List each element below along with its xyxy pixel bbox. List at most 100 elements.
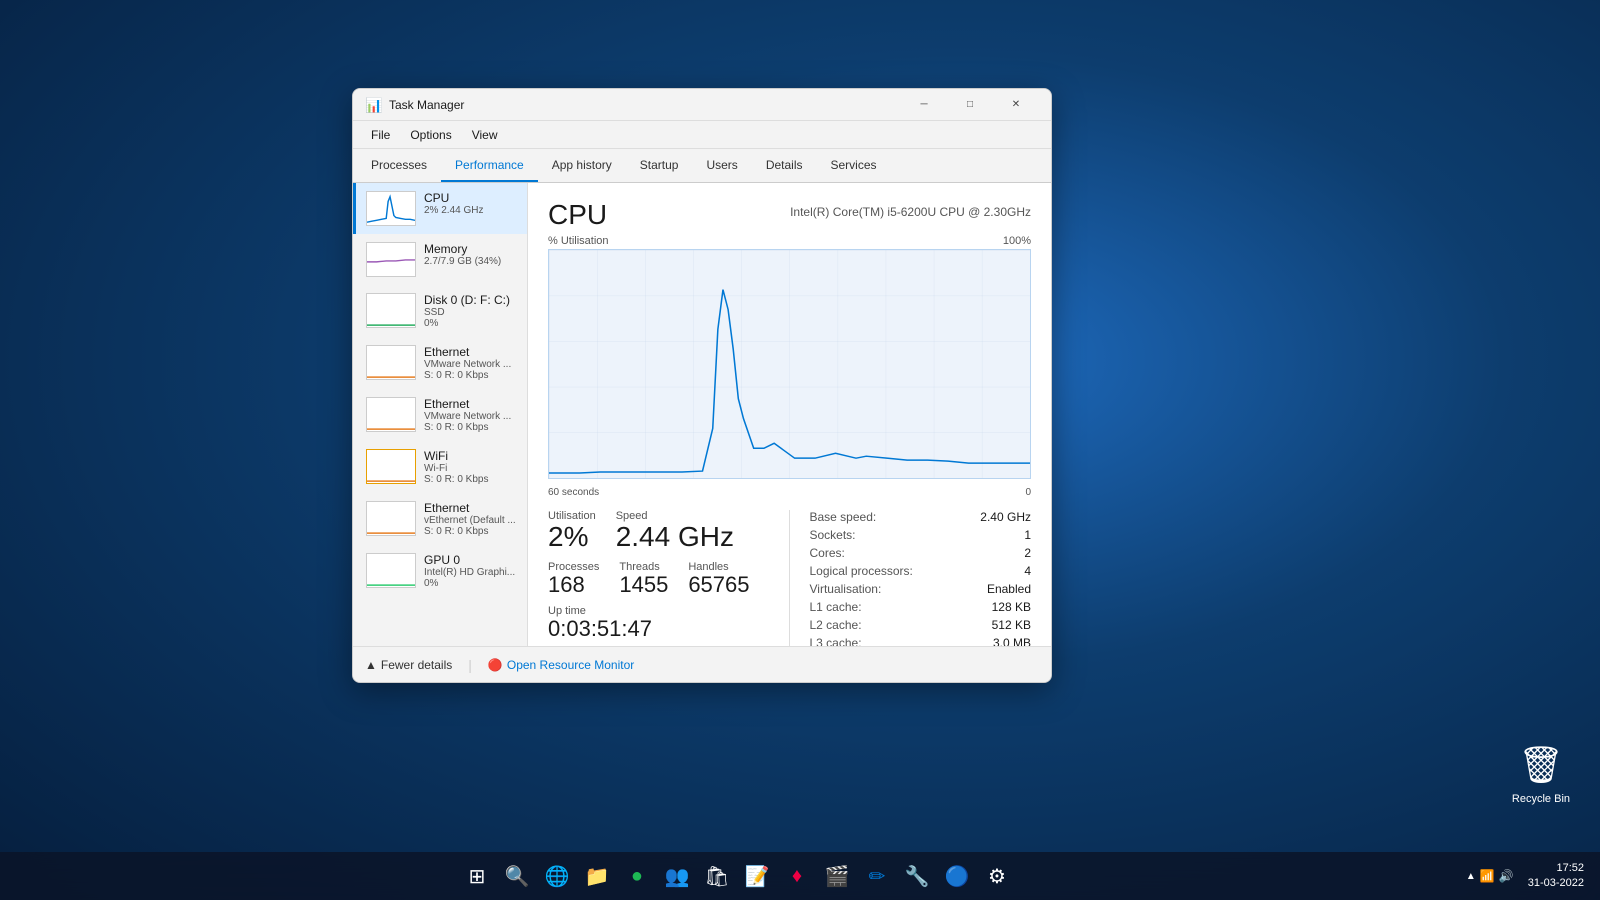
proc-label: Processes [548, 561, 599, 573]
spec-l3-value: 3.0 MB [993, 636, 1031, 646]
window-controls: ─ □ ✕ [901, 89, 1039, 121]
browser-icon[interactable]: 🌐 [539, 858, 575, 894]
vscode-icon[interactable]: ✏ [859, 858, 895, 894]
eth1-thumb [366, 345, 416, 380]
tabbar: Processes Performance App history Startu… [353, 149, 1051, 183]
files-icon[interactable]: 📁 [579, 858, 615, 894]
wifi-sub2: S: 0 R: 0 Kbps [424, 474, 517, 485]
tools-icon[interactable]: 🔧 [899, 858, 935, 894]
handles-label: Handles [688, 561, 749, 573]
cpu-graph [548, 249, 1031, 479]
tab-processes[interactable]: Processes [357, 149, 441, 182]
memory-name: Memory [424, 242, 517, 256]
util-max: 100% [1003, 235, 1031, 247]
tray-network[interactable]: 📶 [1480, 869, 1495, 883]
taskbar-clock[interactable]: 17:52 31-03-2022 [1520, 861, 1592, 892]
memory-sub: 2.7/7.9 GB (34%) [424, 256, 517, 267]
fewer-details-btn[interactable]: ▲ Fewer details [365, 658, 452, 672]
handles-group: Handles 65765 [688, 561, 749, 597]
stats-left: Utilisation 2% Speed 2.44 GHz Proces [548, 510, 790, 646]
disk-info: Disk 0 (D: F: C:) SSD 0% [424, 293, 517, 329]
gpu-thumb [366, 553, 416, 588]
spec-l1-value: 128 KB [992, 600, 1031, 614]
task-manager-window: 📊 Task Manager ─ □ ✕ File Options View P… [352, 88, 1052, 683]
media-icon[interactable]: 🎬 [819, 858, 855, 894]
spec-sockets-value: 1 [1024, 528, 1031, 542]
spotify-icon[interactable]: ● [619, 858, 655, 894]
cpu-thumb [366, 191, 416, 226]
graph-time-left: 60 seconds [548, 487, 599, 498]
sidebar-item-wifi[interactable]: WiFi Wi-Fi S: 0 R: 0 Kbps [353, 441, 527, 493]
menu-options[interactable]: Options [400, 124, 461, 146]
tab-details[interactable]: Details [752, 149, 817, 182]
menu-file[interactable]: File [361, 124, 400, 146]
spec-virt: Virtualisation: Enabled [810, 582, 1032, 596]
proc-value: 168 [548, 573, 599, 597]
uptime-group: Up time 0:03:51:47 [548, 605, 769, 641]
cpu-panel: CPU Intel(R) Core(TM) i5-6200U CPU @ 2.3… [528, 183, 1051, 646]
gpu-name: GPU 0 [424, 553, 517, 567]
sidebar-item-ethernet1[interactable]: Ethernet VMware Network ... S: 0 R: 0 Kb… [353, 337, 527, 389]
sidebar-item-memory[interactable]: Memory 2.7/7.9 GB (34%) [353, 234, 527, 285]
util-label: % Utilisation [548, 235, 609, 247]
tab-startup[interactable]: Startup [626, 149, 693, 182]
recycle-bin[interactable]: 🗑 Recycle Bin [1512, 741, 1570, 805]
eth3-info: Ethernet vEthernet (Default ... S: 0 R: … [424, 501, 517, 537]
tray-expand[interactable]: ▲ [1466, 871, 1476, 882]
tab-performance[interactable]: Performance [441, 149, 538, 182]
maximize-button[interactable]: □ [947, 89, 993, 121]
specs-panel: Base speed: 2.40 GHz Sockets: 1 Cores: 2 [790, 510, 1032, 646]
eth3-sub1: vEthernet (Default ... [424, 515, 517, 526]
spec-l1: L1 cache: 128 KB [810, 600, 1032, 614]
footer: ▲ Fewer details | 🔴 Open Resource Monito… [353, 646, 1051, 682]
handles-value: 65765 [688, 573, 749, 597]
tray-volume[interactable]: 🔊 [1499, 869, 1514, 883]
spec-cores: Cores: 2 [810, 546, 1032, 560]
disk-name: Disk 0 (D: F: C:) [424, 293, 517, 307]
tab-users[interactable]: Users [692, 149, 751, 182]
recycle-bin-icon: 🗑 [1517, 741, 1565, 789]
taskbar-right: ▲ 📶 🔊 17:52 31-03-2022 [1466, 861, 1592, 892]
menubar: File Options View [353, 121, 1051, 149]
eth2-thumb [366, 397, 416, 432]
spec-l1-label: L1 cache: [810, 600, 862, 614]
sidebar-item-cpu[interactable]: CPU 2% 2.44 GHz [353, 183, 527, 234]
search-button[interactable]: 🔍 [499, 858, 535, 894]
fewer-details-label: Fewer details [381, 658, 452, 672]
graph-time-labels: 60 seconds 0 [548, 487, 1031, 498]
sidebar-item-gpu[interactable]: GPU 0 Intel(R) HD Graphi... 0% [353, 545, 527, 597]
notes-icon[interactable]: 📝 [739, 858, 775, 894]
settings-icon[interactable]: ⚙ [979, 858, 1015, 894]
tab-services[interactable]: Services [817, 149, 891, 182]
minimize-button[interactable]: ─ [901, 89, 947, 121]
spec-base-speed: Base speed: 2.40 GHz [810, 510, 1032, 524]
start-button[interactable]: ⊞ [459, 858, 495, 894]
open-resource-monitor-btn[interactable]: 🔴 Open Resource Monitor [488, 658, 634, 672]
eth2-info: Ethernet VMware Network ... S: 0 R: 0 Kb… [424, 397, 517, 433]
sidebar-item-ethernet3[interactable]: Ethernet vEthernet (Default ... S: 0 R: … [353, 493, 527, 545]
gpu-sub1: Intel(R) HD Graphi... [424, 567, 517, 578]
tab-app-history[interactable]: App history [538, 149, 626, 182]
cpu-panel-header: CPU Intel(R) Core(TM) i5-6200U CPU @ 2.3… [548, 199, 1031, 231]
threads-group: Threads 1455 [619, 561, 668, 597]
titlebar-icon: 📊 [365, 97, 381, 113]
spec-cores-label: Cores: [810, 546, 845, 560]
sidebar-item-disk[interactable]: Disk 0 (D: F: C:) SSD 0% [353, 285, 527, 337]
teams-icon[interactable]: 👥 [659, 858, 695, 894]
eth1-sub2: S: 0 R: 0 Kbps [424, 370, 517, 381]
close-button[interactable]: ✕ [993, 89, 1039, 121]
sidebar-item-ethernet2[interactable]: Ethernet VMware Network ... S: 0 R: 0 Kb… [353, 389, 527, 441]
store-icon[interactable]: 🛍 [699, 858, 735, 894]
eth2-sub1: VMware Network ... [424, 411, 517, 422]
taskbar-time-display: 17:52 [1528, 861, 1584, 876]
browser2-icon[interactable]: 🔵 [939, 858, 975, 894]
game-icon[interactable]: ♦ [779, 858, 815, 894]
speed-stat-value: 2.44 GHz [616, 522, 734, 553]
menu-view[interactable]: View [462, 124, 508, 146]
recycle-bin-label: Recycle Bin [1512, 793, 1570, 805]
sidebar: CPU 2% 2.44 GHz Memory 2.7/7.9 GB (34%) [353, 183, 528, 646]
taskbar-date-display: 31-03-2022 [1528, 876, 1584, 891]
graph-time-right: 0 [1025, 487, 1031, 498]
wifi-info: WiFi Wi-Fi S: 0 R: 0 Kbps [424, 449, 517, 485]
eth3-name: Ethernet [424, 501, 517, 515]
